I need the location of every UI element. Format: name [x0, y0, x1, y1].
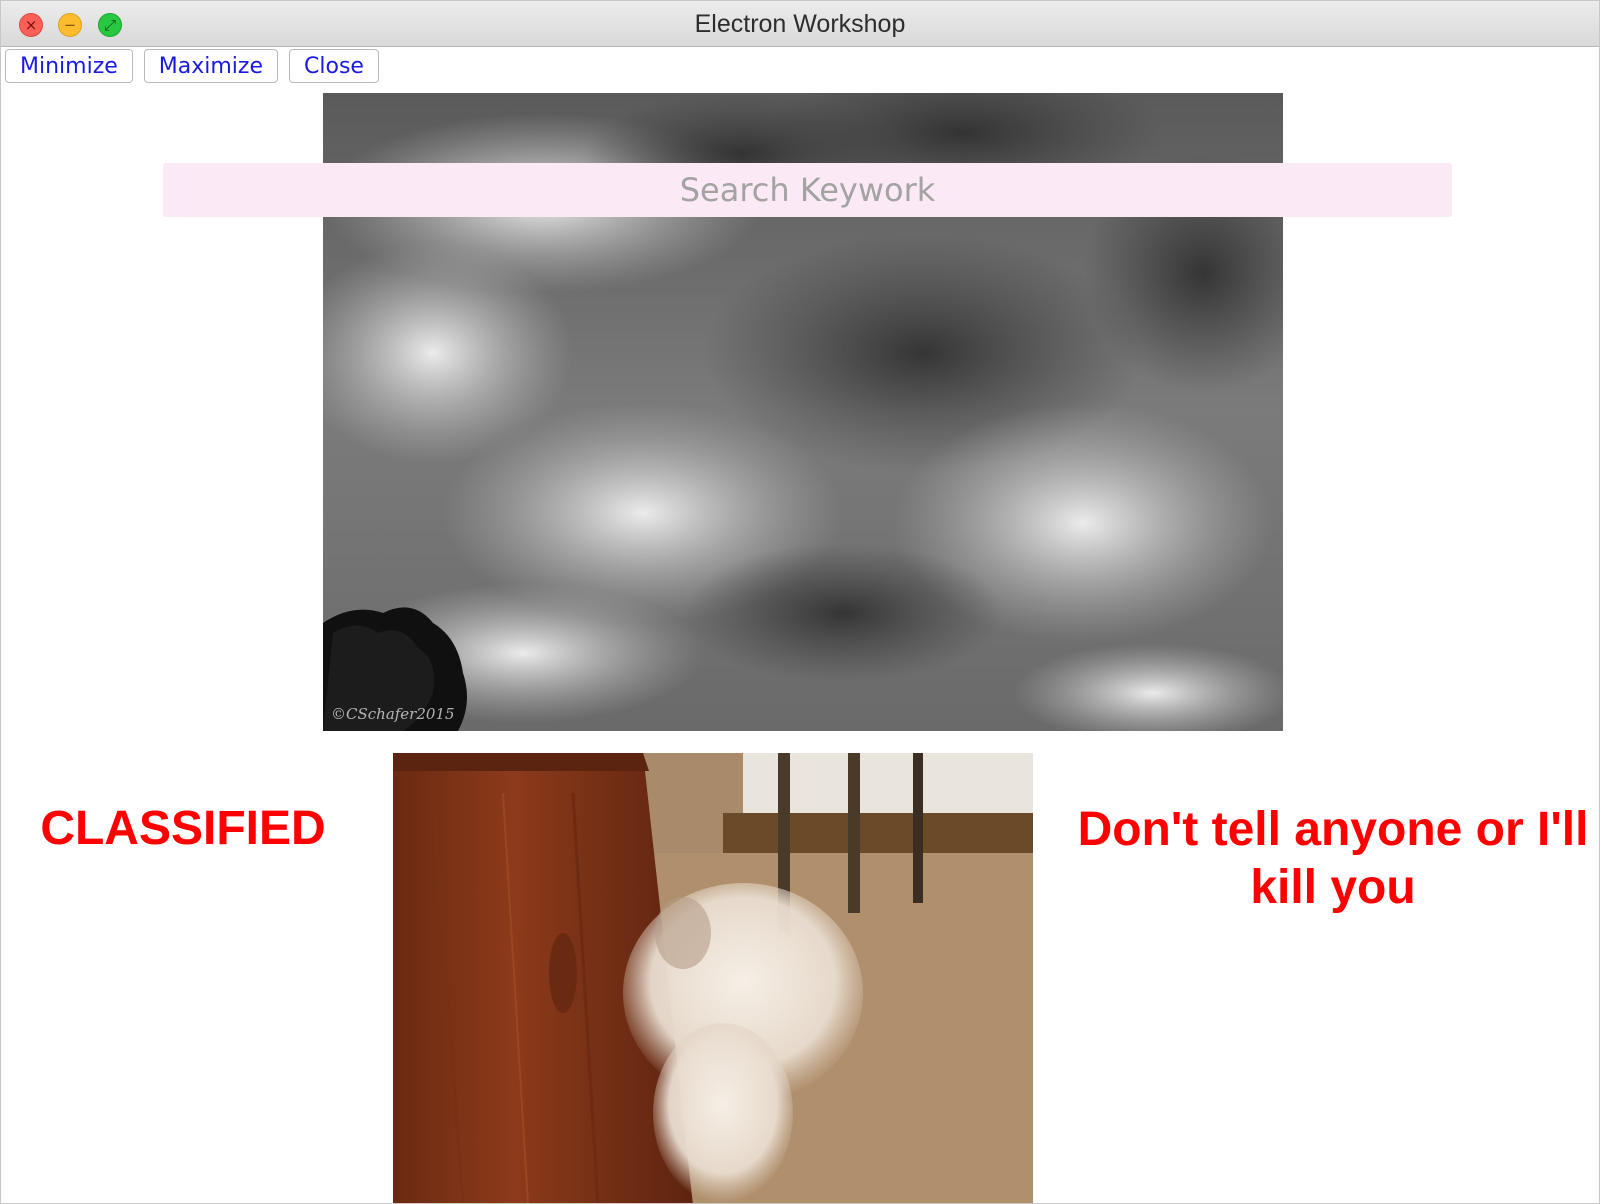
- minimize-button[interactable]: Minimize: [5, 49, 133, 83]
- window-title: Electron Workshop: [694, 10, 906, 38]
- title-bar[interactable]: × − ⤢ Electron Workshop: [1, 1, 1599, 47]
- maximize-button[interactable]: Maximize: [143, 49, 279, 83]
- classified-caption: CLASSIFIED: [40, 802, 326, 855]
- window-controls-toolbar: Minimize Maximize Close: [5, 49, 379, 83]
- photo-watermark: ©CSchafer2015: [331, 705, 455, 723]
- close-button[interactable]: Close: [289, 49, 379, 83]
- app-window: × − ⤢ Electron Workshop Minimize Maximiz…: [0, 0, 1600, 1204]
- warning-caption: Don't tell anyone or I'll kill you: [1077, 803, 1589, 914]
- search-input[interactable]: [163, 163, 1452, 217]
- puppy-image: [393, 753, 1033, 1203]
